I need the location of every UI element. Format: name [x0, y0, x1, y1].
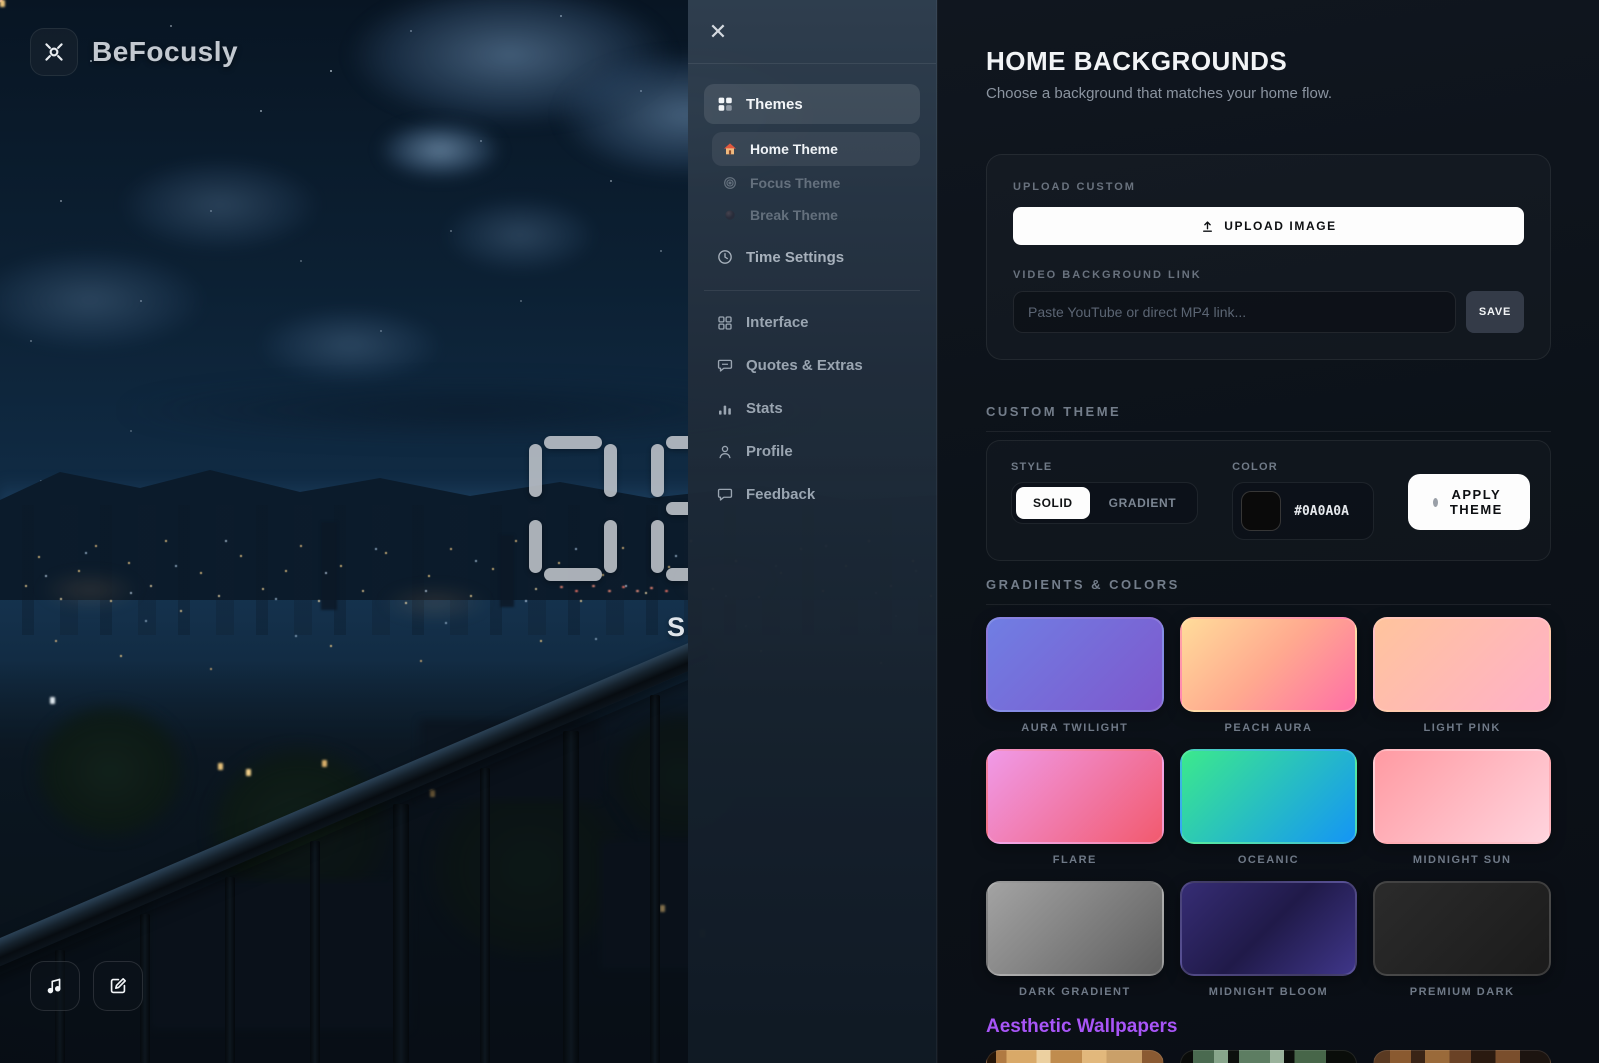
gradient-swatch-grid: AURA TWILIGHT PEACH AURA LIGHT PINK FLAR…: [986, 617, 1551, 998]
app-logo: BeFocusly: [30, 28, 238, 76]
clock-display: SU: [0, 0, 688, 1063]
gradient-option[interactable]: MIDNIGHT SUN: [1373, 749, 1551, 866]
style-label: STYLE: [1011, 461, 1053, 473]
clock-digit-0: [529, 436, 617, 581]
gradient-option[interactable]: LIGHT PINK: [1373, 617, 1551, 734]
close-icon[interactable]: ✕: [704, 18, 732, 46]
color-swatch[interactable]: [1241, 491, 1282, 531]
color-picker-box: #0A0A0A: [1232, 482, 1374, 540]
settings-sidebar: ✕ Themes Home Theme Focus Theme Break Th…: [688, 0, 937, 1063]
sidebar-item-break-theme[interactable]: Break Theme: [712, 200, 920, 230]
save-button[interactable]: SAVE: [1466, 291, 1524, 333]
sidebar-item-label: Themes: [746, 95, 803, 113]
gradient-option[interactable]: AURA TWILIGHT: [986, 617, 1164, 734]
sidebar-item-quotes-extras[interactable]: Quotes & Extras: [704, 344, 920, 387]
gradient-option[interactable]: OCEANIC: [1179, 749, 1358, 866]
upload-image-button[interactable]: UPLOAD IMAGE: [1013, 207, 1524, 245]
sidebar-item-label: Interface: [746, 314, 809, 331]
custom-theme-section-label: CUSTOM THEME: [986, 404, 1551, 432]
upload-custom-label: UPLOAD CUSTOM: [1013, 181, 1136, 193]
home-backgrounds-panel: HOME BACKGROUNDS Choose a background tha…: [937, 0, 1599, 1063]
sidebar-header: ✕: [688, 0, 936, 64]
app-title: BeFocusly: [92, 36, 239, 67]
music-icon: [47, 978, 61, 994]
interface-grid-icon: [718, 315, 732, 330]
sidebar-item-label: Profile: [746, 443, 793, 460]
edit-button[interactable]: [93, 961, 143, 1011]
bar-chart-icon: [719, 405, 731, 415]
wallpaper-thumb-grid: [986, 1050, 1551, 1063]
clock-digit-8: [651, 436, 688, 581]
sidebar-item-label: Quotes & Extras: [746, 357, 863, 374]
gradient-toggle-option[interactable]: GRADIENT: [1092, 487, 1193, 519]
sidebar-item-profile[interactable]: Profile: [704, 430, 920, 473]
sidebar-item-home-theme[interactable]: Home Theme: [712, 132, 920, 166]
wallpaper-thumb[interactable]: [986, 1050, 1164, 1063]
wallpapers-title: Aesthetic Wallpapers: [986, 1016, 1178, 1037]
clock-icon: [718, 250, 732, 264]
moon-sphere-icon: [725, 210, 735, 220]
solid-toggle-option[interactable]: SOLID: [1016, 487, 1090, 519]
sidebar-item-focus-theme[interactable]: Focus Theme: [712, 168, 920, 198]
edit-icon: [110, 978, 126, 994]
person-icon: [719, 445, 731, 458]
gradient-option[interactable]: PEACH AURA: [1179, 617, 1358, 734]
sidebar-item-time-settings[interactable]: Time Settings: [704, 240, 920, 274]
upload-custom-card: UPLOAD CUSTOM UPLOAD IMAGE VIDEO BACKGRO…: [986, 154, 1551, 360]
sidebar-item-label: Focus Theme: [750, 175, 841, 191]
wallpaper-thumb[interactable]: [1179, 1050, 1358, 1063]
day-label: SU: [667, 612, 688, 642]
sidebar-item-label: Home Theme: [750, 141, 838, 157]
sidebar-item-interface[interactable]: Interface: [704, 301, 920, 344]
app-window: SU BeFocusly ✕: [0, 0, 1599, 1063]
gradient-option[interactable]: FLARE: [986, 749, 1164, 866]
color-group: COLOR #0A0A0A: [1232, 461, 1374, 540]
music-button[interactable]: [30, 961, 80, 1011]
color-hex-value: #0A0A0A: [1294, 503, 1349, 519]
gradient-option[interactable]: PREMIUM DARK: [1373, 881, 1551, 998]
wallpaper-thumb[interactable]: [1373, 1050, 1551, 1063]
gradient-option[interactable]: MIDNIGHT BLOOM: [1179, 881, 1358, 998]
feedback-bubble-icon: [717, 488, 733, 501]
gradient-option[interactable]: DARK GRADIENT: [986, 881, 1164, 998]
gradients-section-label: GRADIENTS & COLORS: [986, 577, 1551, 605]
home-icon: [724, 143, 736, 155]
target-icon: [724, 177, 736, 189]
color-label: COLOR: [1232, 461, 1278, 473]
style-toggle: SOLID GRADIENT: [1011, 482, 1199, 524]
sidebar-item-label: Break Theme: [750, 207, 838, 223]
sidebar-item-themes[interactable]: Themes: [704, 84, 920, 124]
speech-bubble-icon: [717, 359, 733, 372]
custom-theme-card: STYLE SOLID GRADIENT COLOR #0A0A0A APPLY…: [986, 440, 1551, 561]
sidebar-item-label: Time Settings: [746, 248, 845, 266]
sidebar-item-label: Stats: [746, 400, 783, 417]
grid-icon: [718, 97, 732, 111]
page-title: HOME BACKGROUNDS: [986, 46, 1288, 76]
focus-crosshair-icon: [30, 28, 78, 76]
apply-theme-button[interactable]: APPLY THEME: [1407, 474, 1530, 530]
upload-icon: [1203, 220, 1213, 232]
sidebar-item-label: Feedback: [746, 486, 816, 503]
sidebar-item-feedback[interactable]: Feedback: [704, 473, 920, 516]
video-background-link-label: VIDEO BACKGROUND LINK: [1013, 269, 1202, 281]
page-subtitle: Choose a background that matches your ho…: [986, 85, 1333, 102]
video-link-input[interactable]: [1013, 291, 1456, 333]
style-group: STYLE SOLID GRADIENT: [1011, 461, 1199, 524]
theme-dot-icon: [1432, 497, 1438, 507]
sidebar-item-stats[interactable]: Stats: [704, 387, 920, 430]
